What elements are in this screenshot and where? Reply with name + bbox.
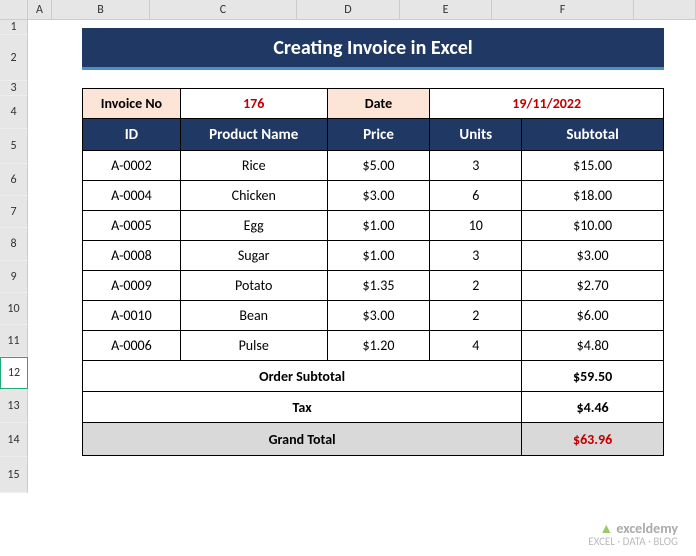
- grand-total-row: Grand Total $63.96: [83, 423, 664, 456]
- cell-subtotal[interactable]: $2.70: [522, 271, 664, 301]
- tax-value[interactable]: $4.46: [522, 392, 664, 423]
- cell-price[interactable]: $1.00: [327, 211, 430, 241]
- cell-product[interactable]: Potato: [180, 271, 327, 301]
- invoice-table: Invoice No 176 Date 19/11/2022 ID Produc…: [82, 88, 664, 456]
- cell-units[interactable]: 3: [430, 151, 522, 181]
- order-subtotal-label[interactable]: Order Subtotal: [83, 361, 522, 392]
- cell-price[interactable]: $1.00: [327, 241, 430, 271]
- invoice-no-value[interactable]: 176: [180, 89, 327, 119]
- cell-product[interactable]: Sugar: [180, 241, 327, 271]
- col-header[interactable]: F: [492, 0, 634, 19]
- cell-id[interactable]: A-0005: [83, 211, 181, 241]
- order-subtotal-value[interactable]: $59.50: [522, 361, 664, 392]
- column-headers: ABCDEF: [0, 0, 696, 20]
- order-subtotal-row: Order Subtotal $59.50: [83, 361, 664, 392]
- cell-subtotal[interactable]: $6.00: [522, 301, 664, 331]
- watermark-brand: ▲ exceldemy: [588, 521, 678, 536]
- table-header-row: ID Product Name Price Units Subtotal: [83, 119, 664, 151]
- cell-id[interactable]: A-0004: [83, 181, 181, 211]
- invoice-no-label[interactable]: Invoice No: [83, 89, 181, 119]
- cell-subtotal[interactable]: $4.80: [522, 331, 664, 361]
- row-header[interactable]: 14: [0, 423, 28, 457]
- col-header[interactable]: [0, 0, 28, 19]
- header-subtotal[interactable]: Subtotal: [522, 119, 664, 151]
- row-header[interactable]: 11: [0, 325, 28, 357]
- invoice-date-label[interactable]: Date: [327, 89, 430, 119]
- cell-product[interactable]: Pulse: [180, 331, 327, 361]
- col-header[interactable]: E: [400, 0, 492, 19]
- cell-subtotal[interactable]: $10.00: [522, 211, 664, 241]
- col-header[interactable]: B: [52, 0, 150, 19]
- page-title: Creating Invoice in Excel: [82, 28, 664, 70]
- col-header[interactable]: [634, 0, 696, 19]
- row-header[interactable]: 8: [0, 228, 28, 261]
- col-header[interactable]: C: [150, 0, 297, 19]
- cell-product[interactable]: Rice: [180, 151, 327, 181]
- tax-label[interactable]: Tax: [83, 392, 522, 423]
- table-row: A-0005Egg$1.0010$10.00: [83, 211, 664, 241]
- cell-subtotal[interactable]: $15.00: [522, 151, 664, 181]
- header-product[interactable]: Product Name: [180, 119, 327, 151]
- cell-id[interactable]: A-0002: [83, 151, 181, 181]
- row-header[interactable]: 4: [0, 96, 28, 129]
- row-header[interactable]: 15: [0, 457, 28, 493]
- cell-id[interactable]: A-0010: [83, 301, 181, 331]
- table-row: A-0008Sugar$1.003$3.00: [83, 241, 664, 271]
- row-header[interactable]: 5: [0, 129, 28, 164]
- invoice-date-value[interactable]: 19/11/2022: [430, 89, 664, 119]
- row-header[interactable]: 1: [0, 20, 28, 35]
- tax-row: Tax $4.46: [83, 392, 664, 423]
- table-row: A-0010Bean$3.002$6.00: [83, 301, 664, 331]
- row-header[interactable]: 13: [0, 389, 28, 423]
- cell-price[interactable]: $1.35: [327, 271, 430, 301]
- grand-total-label[interactable]: Grand Total: [83, 423, 522, 456]
- table-row: A-0002Rice$5.003$15.00: [83, 151, 664, 181]
- cell-price[interactable]: $1.20: [327, 331, 430, 361]
- cell-price[interactable]: $3.00: [327, 181, 430, 211]
- grand-total-value[interactable]: $63.96: [522, 423, 664, 456]
- cell-units[interactable]: 2: [430, 301, 522, 331]
- cell-subtotal[interactable]: $3.00: [522, 241, 664, 271]
- table-row: A-0006Pulse$1.204$4.80: [83, 331, 664, 361]
- col-header[interactable]: A: [28, 0, 52, 19]
- col-header[interactable]: D: [297, 0, 400, 19]
- table-row: A-0009Potato$1.352$2.70: [83, 271, 664, 301]
- cell-id[interactable]: A-0009: [83, 271, 181, 301]
- row-header[interactable]: 3: [0, 81, 28, 96]
- invoice-meta-row: Invoice No 176 Date 19/11/2022: [83, 89, 664, 119]
- header-price[interactable]: Price: [327, 119, 430, 151]
- cell-price[interactable]: $3.00: [327, 301, 430, 331]
- cell-subtotal[interactable]: $18.00: [522, 181, 664, 211]
- cell-units[interactable]: 10: [430, 211, 522, 241]
- cell-id[interactable]: A-0008: [83, 241, 181, 271]
- header-units[interactable]: Units: [430, 119, 522, 151]
- header-id[interactable]: ID: [83, 119, 181, 151]
- cell-units[interactable]: 6: [430, 181, 522, 211]
- row-headers: 123456789101112131415: [0, 20, 28, 493]
- row-header[interactable]: 6: [0, 164, 28, 196]
- cell-product[interactable]: Egg: [180, 211, 327, 241]
- cell-product[interactable]: Chicken: [180, 181, 327, 211]
- cell-units[interactable]: 3: [430, 241, 522, 271]
- watermark: ▲ exceldemy EXCEL · DATA · BLOG: [588, 521, 678, 548]
- cell-product[interactable]: Bean: [180, 301, 327, 331]
- cell-units[interactable]: 4: [430, 331, 522, 361]
- row-header[interactable]: 2: [0, 35, 28, 81]
- table-row: A-0004Chicken$3.006$18.00: [83, 181, 664, 211]
- watermark-tag: EXCEL · DATA · BLOG: [588, 536, 678, 548]
- row-header[interactable]: 7: [0, 196, 28, 228]
- cell-units[interactable]: 2: [430, 271, 522, 301]
- row-header[interactable]: 10: [0, 293, 28, 325]
- cell-price[interactable]: $5.00: [327, 151, 430, 181]
- cell-id[interactable]: A-0006: [83, 331, 181, 361]
- row-header[interactable]: 9: [0, 261, 28, 293]
- row-header[interactable]: 12: [0, 357, 28, 389]
